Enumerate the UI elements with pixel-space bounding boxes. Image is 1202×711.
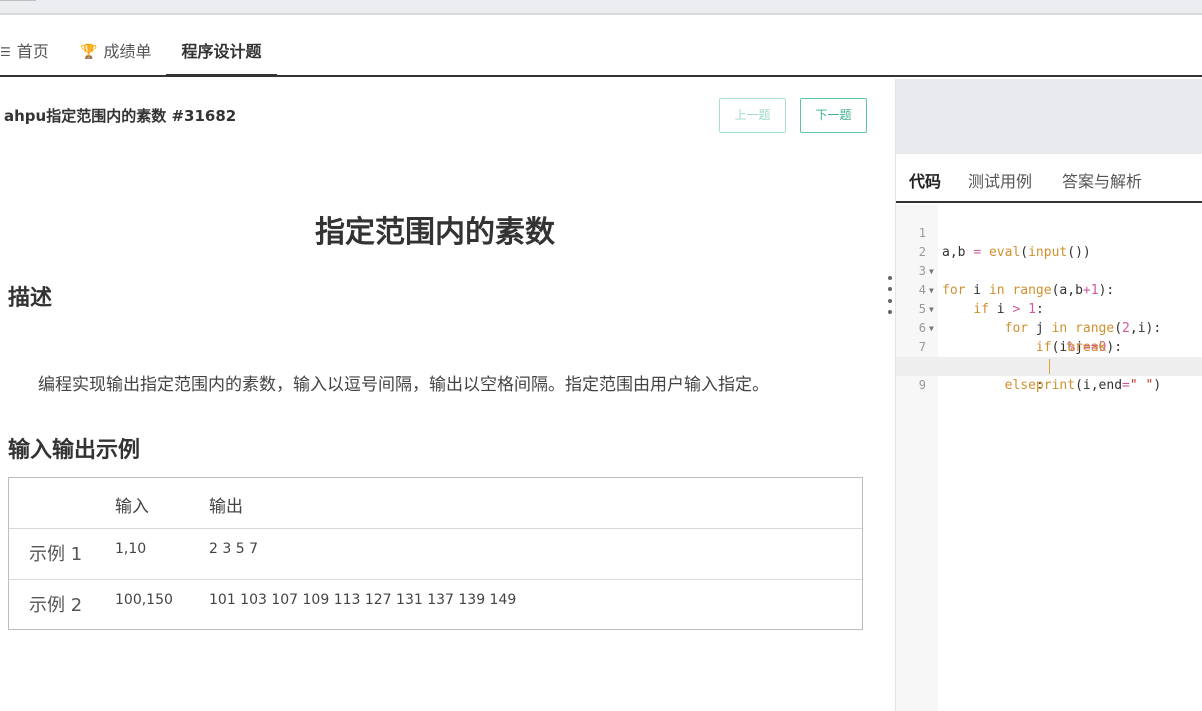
code-panel-toolbar: [896, 79, 1202, 154]
code-line: 7 ▼ else:: [896, 319, 1202, 393]
code-line: 3 ▼ if i > 1:: [896, 243, 1202, 317]
line-number: 9: [918, 378, 926, 392]
description-heading: 描述: [8, 286, 53, 311]
code-line: 2 ▼ for i in range(a,b+1):: [896, 224, 1202, 298]
nav-programming-label: 程序设计题: [181, 42, 262, 61]
prev-problem-button[interactable]: 上一题: [719, 98, 786, 133]
code-line: 5 ▼ if(i%j==0):: [896, 281, 1202, 355]
example-output: 2 3 5 7: [209, 541, 258, 557]
drag-dot: [888, 276, 892, 280]
table-row: 示例 2 100,150 101 103 107 109 113 127 131…: [9, 579, 862, 629]
list-icon: ☰: [0, 45, 11, 59]
example-name: 示例 2: [29, 595, 83, 616]
table-row: 示例 1 1,10 2 3 5 7: [9, 528, 862, 579]
tab-test-cases[interactable]: 测试用例: [968, 168, 1032, 192]
nav-home-label: 首页: [16, 42, 49, 61]
top-nav: ☰ 首页 🏆 成绩单 程序设计题: [0, 29, 1202, 77]
code-panel-tabs: 代码 测试用例 答案与解析: [896, 154, 1202, 203]
example-input: 100,150: [115, 592, 173, 608]
example-output: 101 103 107 109 113 127 131 137 139 149: [209, 592, 517, 608]
table-header-row: 输入 输出: [9, 478, 862, 528]
table-header-input: 输入: [115, 497, 149, 517]
code-panel: 代码 测试用例 答案与解析 1 a,b = eval(input()) 2 ▼ …: [895, 79, 1202, 711]
example-input: 1,10: [115, 541, 147, 557]
code-line: 1 a,b = eval(input()): [896, 205, 1202, 260]
code-text: print(i,end=" "): [1035, 378, 1162, 393]
problem-title: 指定范围内的素数: [315, 215, 555, 250]
drag-dot: [888, 287, 892, 292]
panel-resize-handle[interactable]: [888, 276, 892, 314]
code-line: 4 ▼ for j in range(2,i):: [896, 262, 1202, 336]
nav-rank-label: 成绩单: [103, 42, 152, 61]
tab-answer[interactable]: 答案与解析: [1062, 168, 1142, 192]
code-line: 8 print(i,end=" "): [896, 338, 1202, 393]
nav-rank[interactable]: 🏆 成绩单: [80, 29, 151, 75]
code-editor[interactable]: 1 a,b = eval(input()) 2 ▼ for i in range…: [896, 205, 1202, 711]
drag-dot: [888, 298, 892, 303]
nav-home[interactable]: ☰ 首页: [0, 29, 49, 75]
tab-code[interactable]: 代码: [909, 168, 941, 192]
browser-top-strip: [0, 0, 1202, 13]
io-example-table: 输入 输出 示例 1 1,10 2 3 5 7 示例 2 100,150 101…: [8, 477, 863, 630]
text-cursor: [1049, 359, 1050, 374]
code-line: 6 break: [896, 300, 1202, 355]
table-header-output: 输出: [209, 497, 243, 517]
strip-corner: [0, 0, 36, 1]
example-name: 示例 1: [29, 544, 83, 565]
problem-id: ahpu指定范围内的素数 #31682: [4, 107, 237, 125]
drag-dot: [888, 309, 892, 314]
problem-description: 编程实现输出指定范围内的素数，输入以逗号间隔，输出以空格间隔。指定范围由用户输入…: [38, 375, 769, 395]
header-spacer: [0, 13, 1202, 29]
problem-panel: ahpu指定范围内的素数 #31682 上一题 下一题 指定范围内的素数 描述 …: [0, 79, 895, 711]
nav-programming[interactable]: 程序设计题: [166, 29, 277, 77]
code-line-current: 9: [896, 357, 1202, 392]
trophy-icon: 🏆: [80, 44, 98, 60]
io-example-heading: 输入输出示例: [8, 438, 141, 463]
next-problem-button[interactable]: 下一题: [800, 98, 867, 133]
